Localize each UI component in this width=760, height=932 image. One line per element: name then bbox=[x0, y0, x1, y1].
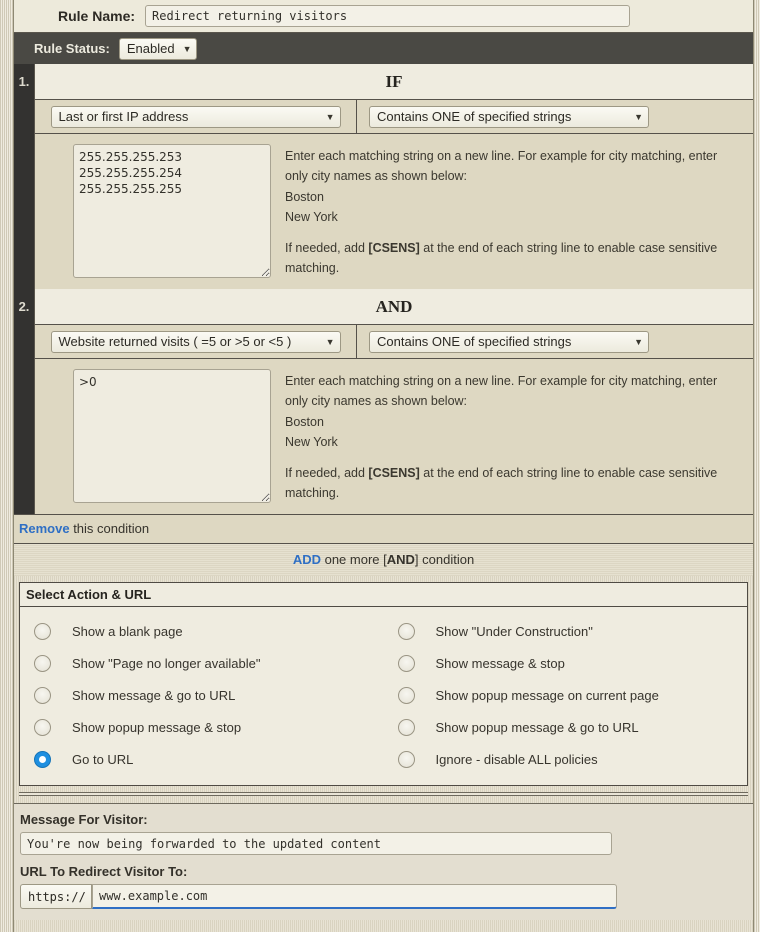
action-option-label: Go to URL bbox=[72, 751, 134, 767]
condition-strings-textarea-1[interactable] bbox=[73, 144, 271, 278]
add-condition-mid: one more [ bbox=[320, 552, 387, 567]
hint-line-2: Boston bbox=[285, 189, 324, 204]
action-option-show-popup-on-current-page[interactable]: Show popup message on current page bbox=[384, 679, 748, 711]
condition-operator-value-1: Contains ONE of specified strings bbox=[377, 109, 572, 124]
condition-hint-1: Enter each matching string on a new line… bbox=[271, 144, 753, 281]
action-option-label: Show popup message & stop bbox=[72, 719, 242, 735]
hint-line-4-pre: If needed, add bbox=[285, 241, 369, 255]
action-option-label: Show popup message & go to URL bbox=[435, 719, 639, 735]
message-for-visitor-label: Message For Visitor: bbox=[20, 812, 148, 827]
action-option-label: Show popup message on current page bbox=[435, 687, 659, 703]
condition-strings-textarea-2[interactable] bbox=[73, 369, 271, 503]
page-left-edge bbox=[0, 0, 14, 932]
condition-number-1: 1. bbox=[14, 64, 34, 289]
panel-divider bbox=[19, 792, 748, 796]
hint-line-3: New York bbox=[285, 434, 338, 449]
remove-condition-text: this condition bbox=[69, 521, 150, 536]
chevron-down-icon: ▼ bbox=[325, 111, 335, 122]
action-option-show-under-construction[interactable]: Show "Under Construction" bbox=[384, 615, 748, 647]
protocol-value: https:// bbox=[28, 889, 86, 904]
action-option-label: Ignore - disable ALL policies bbox=[435, 751, 598, 767]
protocol-select[interactable]: https:// ▼ bbox=[20, 884, 99, 909]
condition-hint-2: Enter each matching string on a new line… bbox=[271, 369, 753, 506]
radio-icon[interactable] bbox=[34, 718, 51, 736]
hint-csens-token: [CSENS] bbox=[368, 241, 420, 255]
condition-block-1: 1. IF Last or first IP address ▼ Contain… bbox=[14, 64, 753, 289]
radio-icon[interactable] bbox=[397, 654, 415, 672]
hint-line-4-pre: If needed, add bbox=[285, 466, 369, 480]
radio-icon-selected[interactable] bbox=[34, 750, 51, 768]
rule-form: Rule Name: Rule Status: Enabled ▼ 1. IF … bbox=[14, 0, 753, 920]
action-option-show-popup-and-go-to-url[interactable]: Show popup message & go to URL bbox=[384, 711, 748, 743]
select-action-header: Select Action & URL bbox=[20, 583, 747, 607]
add-condition-and-token: AND bbox=[386, 552, 415, 567]
chevron-down-icon: ▼ bbox=[182, 43, 192, 54]
action-option-label: Show message & go to URL bbox=[72, 687, 236, 703]
action-option-label: Show "Page no longer available" bbox=[72, 655, 261, 671]
radio-icon[interactable] bbox=[34, 686, 51, 704]
chevron-down-icon: ▼ bbox=[634, 111, 643, 122]
remove-condition-link[interactable]: Remove bbox=[19, 521, 70, 536]
message-and-url-section: Message For Visitor: URL To Redirect Vis… bbox=[14, 803, 753, 920]
condition-field-value-2: Website returned visits ( =5 or >5 or <5… bbox=[58, 334, 292, 349]
rule-status-value: Enabled bbox=[126, 41, 175, 56]
page-right-edge bbox=[753, 0, 760, 932]
hint-csens-token: [CSENS] bbox=[368, 466, 420, 480]
hint-line-1: Enter each matching string on a new line… bbox=[285, 149, 718, 184]
condition-operator-value-2: Contains ONE of specified strings bbox=[377, 334, 572, 349]
condition-field-select-1[interactable]: Last or first IP address ▼ bbox=[50, 105, 341, 128]
condition-operator-select-1[interactable]: Contains ONE of specified strings ▼ bbox=[369, 105, 649, 128]
radio-icon[interactable] bbox=[397, 686, 415, 704]
chevron-down-icon: ▼ bbox=[325, 336, 335, 347]
radio-icon[interactable] bbox=[397, 750, 415, 768]
rule-editor-page: Rule Name: Rule Status: Enabled ▼ 1. IF … bbox=[0, 0, 760, 932]
action-option-label: Show "Under Construction" bbox=[435, 623, 593, 639]
add-condition-link[interactable]: ADD bbox=[293, 552, 321, 567]
redirect-url-input[interactable] bbox=[92, 884, 617, 909]
hint-line-2: Boston bbox=[285, 414, 324, 429]
condition-number-2: 2. bbox=[14, 289, 34, 514]
add-condition-end: ] condition bbox=[414, 552, 475, 567]
select-action-panel: Select Action & URL Show a blank page Sh… bbox=[19, 582, 748, 786]
rule-status-row: Rule Status: Enabled ▼ bbox=[14, 33, 753, 64]
action-option-show-popup-and-stop[interactable]: Show popup message & stop bbox=[20, 711, 384, 743]
condition-title-if: IF bbox=[35, 64, 753, 100]
condition-operator-select-2[interactable]: Contains ONE of specified strings ▼ bbox=[369, 330, 649, 353]
rule-name-row: Rule Name: bbox=[14, 0, 753, 33]
condition-field-value-1: Last or first IP address bbox=[58, 109, 189, 124]
action-option-show-blank-page[interactable]: Show a blank page bbox=[20, 615, 384, 647]
radio-icon[interactable] bbox=[34, 622, 51, 640]
action-option-label: Show message & stop bbox=[435, 655, 565, 671]
radio-icon[interactable] bbox=[34, 654, 51, 672]
remove-condition-row: Remove this condition bbox=[14, 514, 753, 544]
hint-line-1: Enter each matching string on a new line… bbox=[285, 374, 718, 409]
add-condition-row: ADD one more [AND] condition bbox=[14, 544, 753, 576]
action-option-label: Show a blank page bbox=[72, 623, 183, 639]
radio-icon[interactable] bbox=[397, 718, 415, 736]
url-to-redirect-label: URL To Redirect Visitor To: bbox=[20, 864, 188, 879]
hint-line-3: New York bbox=[285, 209, 338, 224]
condition-field-select-2[interactable]: Website returned visits ( =5 or >5 or <5… bbox=[50, 330, 341, 353]
chevron-down-icon: ▼ bbox=[634, 336, 643, 347]
url-row: https:// ▼ bbox=[20, 884, 753, 909]
action-option-ignore-disable-all-policies[interactable]: Ignore - disable ALL policies bbox=[384, 743, 748, 775]
condition-block-2: 2. AND Website returned visits ( =5 or >… bbox=[14, 289, 753, 514]
action-options-grid: Show a blank page Show "Under Constructi… bbox=[20, 607, 747, 785]
rule-name-label: Rule Name: bbox=[58, 7, 136, 24]
action-option-show-page-no-longer-available[interactable]: Show "Page no longer available" bbox=[20, 647, 384, 679]
message-for-visitor-input[interactable] bbox=[20, 832, 612, 855]
action-option-go-to-url[interactable]: Go to URL bbox=[20, 743, 384, 775]
radio-icon[interactable] bbox=[397, 622, 415, 640]
condition-title-and: AND bbox=[35, 289, 753, 325]
rule-status-label: Rule Status: bbox=[34, 41, 110, 56]
action-option-show-message-and-stop[interactable]: Show message & stop bbox=[384, 647, 748, 679]
rule-name-input[interactable] bbox=[145, 4, 631, 27]
action-option-show-message-and-go-to-url[interactable]: Show message & go to URL bbox=[20, 679, 384, 711]
rule-status-select[interactable]: Enabled ▼ bbox=[118, 37, 198, 60]
